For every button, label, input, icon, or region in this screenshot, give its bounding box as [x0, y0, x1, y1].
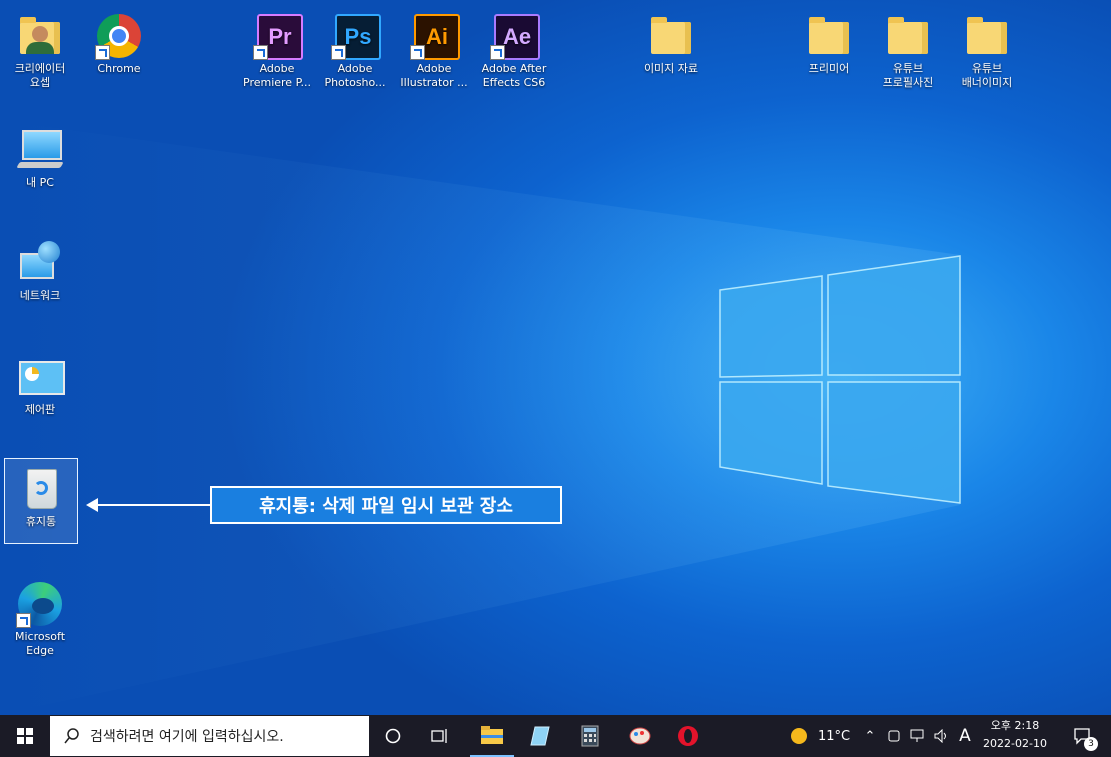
folder-icon	[963, 12, 1011, 60]
file-explorer-icon	[481, 726, 503, 744]
paint-app-icon	[629, 727, 651, 745]
folder-icon	[805, 12, 853, 60]
task-view-button[interactable]	[419, 715, 461, 757]
cortana-button[interactable]	[372, 715, 414, 757]
desktop-icon-youtube-banner[interactable]: 유튜브 배너이미지	[950, 6, 1024, 90]
weather-temp: 11°C	[817, 728, 851, 744]
computer-icon	[16, 126, 64, 174]
weather-widget[interactable]: 11°C	[782, 715, 858, 757]
taskbar-opera[interactable]	[666, 715, 710, 757]
desktop-icon-my-pc[interactable]: 내 PC	[3, 120, 77, 190]
windows-start-icon	[17, 728, 33, 744]
chrome-icon	[95, 12, 143, 60]
notification-count-badge: 3	[1084, 737, 1098, 751]
opera-icon	[678, 726, 698, 746]
recycle-bin-icon	[17, 465, 65, 513]
desktop-icon-youtube-profile[interactable]: 유튜브 프로필사진	[871, 6, 945, 90]
notification-center-button[interactable]: 3	[1062, 715, 1102, 757]
desktop-icon-label: 네트워크	[19, 289, 61, 302]
control-panel-icon	[16, 353, 65, 401]
clock-date: 2022-02-10	[983, 737, 1047, 750]
clock[interactable]: 오후 2:18 2022-02-10	[975, 717, 1055, 753]
desktop-icon-network[interactable]: 네트워크	[3, 233, 77, 303]
sun-icon	[790, 728, 807, 744]
tray-overflow-button[interactable]: ⌃	[860, 715, 880, 757]
user-folder-icon	[16, 12, 64, 60]
search-box[interactable]: 검색하려면 여기에 입력하십시오.	[50, 716, 369, 756]
start-button[interactable]	[0, 715, 50, 757]
taskbar-calculator[interactable]	[568, 715, 612, 757]
desktop-icon-label: 프리미어	[808, 62, 850, 75]
desktop-icon-label: Chrome	[97, 62, 141, 75]
tray-volume-button[interactable]	[930, 715, 954, 757]
desktop-icon-label: Adobe Illustrator ...	[400, 62, 468, 89]
ime-label: A	[959, 726, 971, 746]
speaker-icon	[934, 729, 946, 743]
calculator-icon	[581, 725, 599, 747]
notes-app-icon	[530, 726, 550, 746]
desktop-icon-label: 유튜브 프로필사진	[882, 62, 934, 89]
taskbar-file-explorer[interactable]	[470, 715, 514, 757]
taskbar-notes-app[interactable]	[518, 715, 562, 757]
search-placeholder: 검색하려면 여기에 입력하십시오.	[90, 729, 284, 745]
premiere-icon: Pr	[253, 12, 303, 60]
aftereffects-icon: Ae	[490, 12, 540, 60]
desktop-icon-premiere-folder[interactable]: 프리미어	[792, 6, 866, 76]
search-icon	[64, 728, 79, 744]
chevron-up-icon: ⌃	[864, 728, 876, 744]
desktop-icon-photoshop[interactable]: Ps Adobe Photosho...	[318, 6, 392, 90]
ime-indicator[interactable]: A	[954, 715, 976, 757]
desktop-icon-premiere[interactable]: Pr Adobe Premiere P...	[240, 6, 314, 90]
meet-now-icon	[888, 730, 900, 742]
desktop-icon-recycle-bin[interactable]: 휴지통	[4, 458, 78, 544]
desktop-icon-chrome[interactable]: Chrome	[82, 6, 156, 76]
network-icon	[16, 239, 64, 287]
desktop-icon-label: 이미지 자료	[643, 62, 699, 75]
desktop-icon-aftereffects[interactable]: Ae Adobe After Effects CS6	[477, 6, 551, 90]
tray-network-button[interactable]	[906, 715, 930, 757]
desktop-icon-image-folder[interactable]: 이미지 자료	[634, 6, 708, 76]
desktop-icon-edge[interactable]: Microsoft Edge	[3, 574, 77, 658]
illustrator-icon: Ai	[410, 12, 460, 60]
desktop-icon-label: Microsoft Edge	[14, 630, 66, 657]
desktop[interactable]: 크리에이터 요셉 Chrome Pr Adobe Premiere P... P…	[0, 0, 1111, 715]
task-view-icon	[431, 729, 447, 743]
photoshop-icon: Ps	[331, 12, 381, 60]
desktop-icon-label: 휴지통	[25, 515, 57, 528]
desktop-icon-creator[interactable]: 크리에이터 요셉	[3, 6, 77, 90]
cortana-circle-icon	[385, 728, 401, 744]
callout-label: 휴지통: 삭제 파일 임시 보관 장소	[210, 486, 562, 524]
clock-time: 오후 2:18	[990, 719, 1040, 732]
tray-meet-button[interactable]	[884, 715, 904, 757]
desktop-icon-illustrator[interactable]: Ai Adobe Illustrator ...	[397, 6, 471, 90]
wallpaper-logo	[0, 120, 961, 715]
desktop-icon-label: 유튜브 배너이미지	[961, 62, 1013, 89]
desktop-icon-label: Adobe Premiere P...	[243, 62, 311, 89]
desktop-icon-label: Adobe After Effects CS6	[481, 62, 547, 89]
desktop-icon-label: 내 PC	[26, 176, 54, 189]
taskbar-paint-app[interactable]	[618, 715, 662, 757]
callout-arrow	[90, 504, 210, 506]
shortcut-arrow-icon	[95, 45, 110, 60]
network-status-icon	[910, 729, 924, 742]
desktop-icon-label: Adobe Photosho...	[324, 62, 386, 89]
desktop-icon-label: 크리에이터 요셉	[14, 62, 66, 89]
taskbar: 검색하려면 여기에 입력하십시오. 11°C ⌃ A 오후 2:18 2022-…	[0, 715, 1111, 757]
desktop-icon-control-panel[interactable]: 제어판	[3, 347, 77, 417]
edge-icon	[16, 580, 64, 628]
desktop-icon-label: 제어판	[24, 403, 56, 416]
folder-icon	[884, 12, 932, 60]
folder-icon	[647, 12, 695, 60]
